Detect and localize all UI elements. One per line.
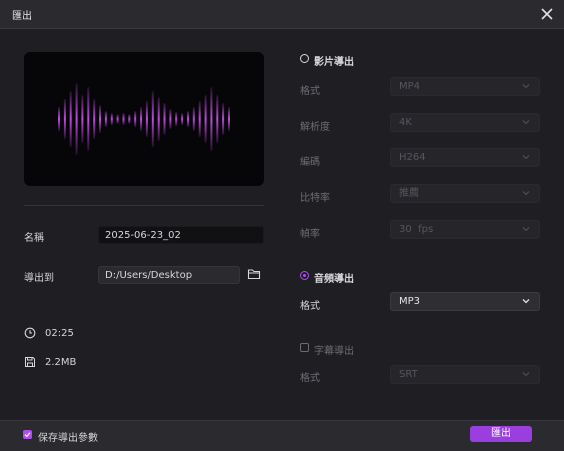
window-title: 匯出 [12,11,32,22]
file-size-text: 2.2MB [45,357,77,368]
resolution-value: 4K [399,117,412,128]
chevron-down-icon [522,372,530,377]
bitrate-select[interactable]: 推薦 [390,184,540,203]
subtitle-export-checkbox[interactable] [300,343,309,352]
waveform-bar [69,91,72,147]
chevron-down-icon [522,299,530,304]
waveform-bar [93,99,96,139]
waveform-bar [216,95,219,143]
waveform-bar [222,103,225,135]
divider [24,205,264,206]
subtitle-format-label: 格式 [300,373,320,384]
bitrate-label: 比特率 [300,193,330,204]
waveform-bar [122,113,125,125]
waveform-bar [128,114,131,124]
close-icon [541,8,553,20]
name-input[interactable]: 2025-06-23_02 [98,226,264,244]
bitrate-value: 推薦 [399,188,419,199]
waveform-bar [157,97,160,141]
video-format-label: 格式 [300,86,320,97]
framerate-value: 30 fps [399,224,434,235]
subtitle-export-title: 字幕導出 [314,346,354,357]
subtitle-format-value: SRT [399,369,418,380]
framerate-label: 幀率 [300,229,320,240]
duration-text: 02:25 [45,328,74,339]
waveform-bar [163,103,166,135]
waveform-bar [198,101,201,137]
save-params-label: 保存導出參數 [38,433,98,444]
codec-label: 編碼 [300,157,320,168]
chevron-down-icon [522,155,530,160]
waveform-bar [63,99,66,139]
waveform-bar [181,113,184,125]
resolution-select[interactable]: 4K [390,113,540,132]
waveform-bar [81,95,84,143]
audio-preview [24,52,264,186]
waveform-bar [192,107,195,131]
waveform-bar [187,111,189,127]
codec-value: H264 [399,152,426,163]
waveform-bar [58,107,60,131]
video-export-title: 影片導出 [314,57,354,68]
save-params-checkbox[interactable] [23,430,32,439]
audio-format-label: 格式 [300,301,320,312]
waveform-bar [151,91,154,147]
waveform-bar [140,107,143,131]
waveform-bar [104,111,107,127]
waveform-graphic [58,83,230,155]
export-to-label: 導出到 [24,273,54,284]
waveform-bar [175,111,178,127]
waveform-bar [134,111,137,127]
framerate-select[interactable]: 30 fps [390,220,540,239]
chevron-down-icon [522,120,530,125]
codec-select[interactable]: H264 [390,148,540,167]
waveform-bar [116,114,119,124]
export-path-input[interactable]: D:/Users/Desktop [98,266,240,284]
waveform-bar [210,87,213,151]
video-format-select[interactable]: MP4 [390,77,540,96]
audio-export-radio[interactable] [300,271,309,280]
waveform-bar [204,95,207,143]
audio-format-value: MP3 [399,296,421,307]
checkmark-icon [24,432,31,438]
waveform-bar [110,113,113,125]
close-button[interactable] [536,3,558,25]
save-disk-icon [24,356,36,368]
video-format-value: MP4 [399,81,421,92]
name-label: 名稱 [24,233,44,244]
video-export-radio[interactable] [300,54,309,63]
waveform-bar [87,87,90,151]
subtitle-format-select[interactable]: SRT [390,365,540,384]
clock-icon [24,327,36,339]
browse-folder-button[interactable] [247,267,261,281]
resolution-label: 解析度 [300,122,330,133]
title-bar [0,0,564,29]
chevron-down-icon [522,84,530,89]
waveform-bar [169,109,172,129]
folder-icon [247,269,261,280]
audio-format-select[interactable]: MP3 [390,292,540,311]
chevron-down-icon [522,227,530,232]
waveform-bar [145,101,148,137]
waveform-bar [75,83,78,155]
audio-export-title: 音頻導出 [314,274,354,285]
waveform-bar [228,107,230,131]
export-button[interactable]: 匯出 [470,426,532,442]
waveform-bar [99,105,101,133]
chevron-down-icon [522,191,530,196]
